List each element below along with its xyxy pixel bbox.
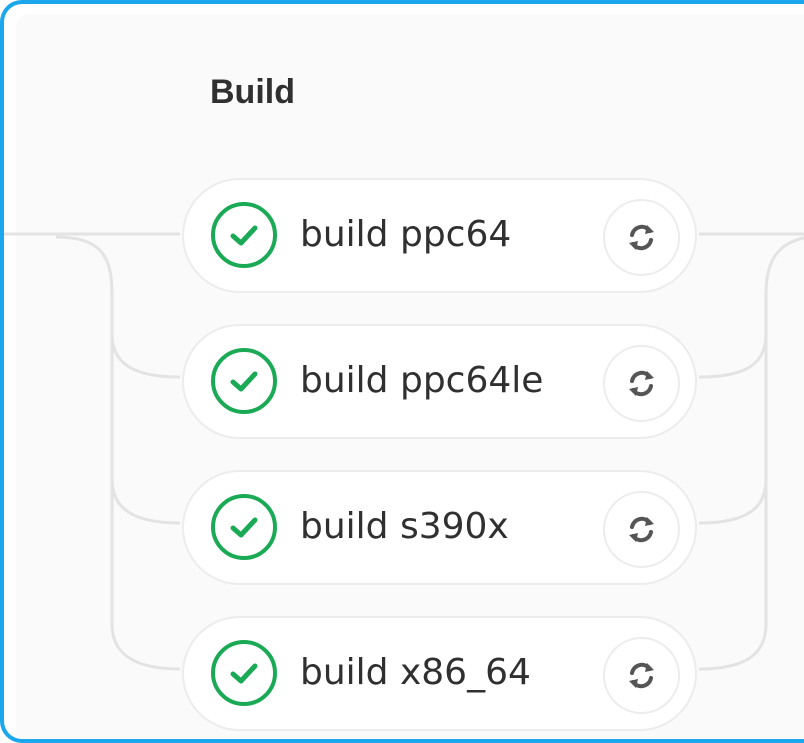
- job-build-ppc64le[interactable]: build ppc64le: [182, 324, 697, 439]
- job-build-s390x[interactable]: build s390x: [182, 470, 697, 585]
- retry-icon: [629, 516, 654, 543]
- retry-icon: [629, 662, 654, 689]
- status-success-icon: [211, 348, 277, 414]
- status-success-icon: [211, 202, 277, 268]
- status-success-icon: [211, 640, 277, 706]
- retry-button[interactable]: [603, 637, 680, 714]
- job-name: build ppc64: [300, 214, 512, 255]
- job-name: build ppc64le: [300, 360, 544, 401]
- retry-button[interactable]: [603, 491, 680, 568]
- retry-button[interactable]: [603, 345, 680, 422]
- job-build-x86_64[interactable]: build x86_64: [182, 616, 697, 731]
- retry-icon: [629, 224, 654, 251]
- pipeline-graph-frame: Build build ppc64 build ppc64le build s3…: [0, 0, 804, 743]
- stage-title: Build: [210, 73, 295, 111]
- job-name: build x86_64: [300, 652, 531, 693]
- retry-button[interactable]: [603, 199, 680, 276]
- job-build-ppc64[interactable]: build ppc64: [182, 178, 697, 293]
- retry-icon: [629, 370, 654, 397]
- job-name: build s390x: [300, 506, 509, 547]
- status-success-icon: [211, 494, 277, 560]
